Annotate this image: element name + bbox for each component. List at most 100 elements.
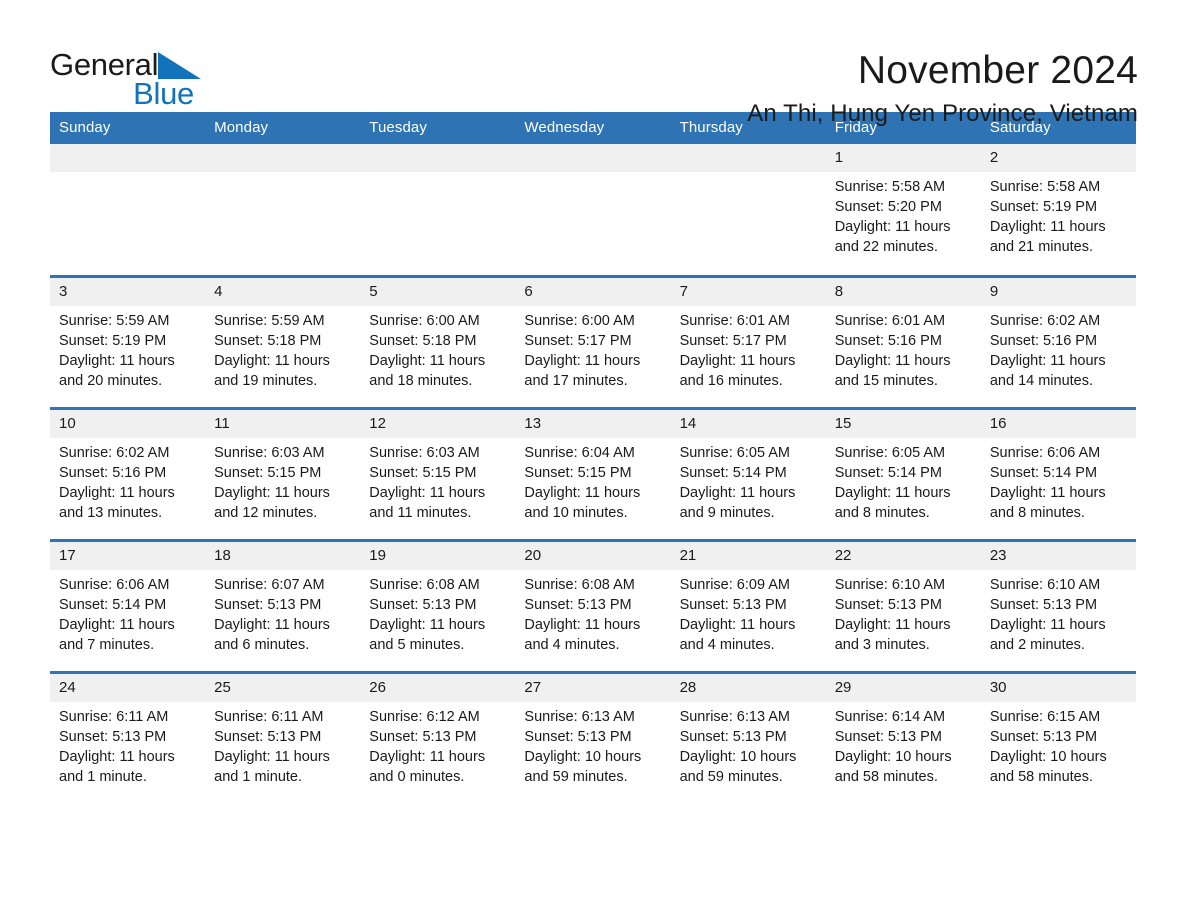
calendar-day-cell[interactable]: 18 Sunrise: 6:07 AM Sunset: 5:13 PM Dayligh… (205, 538, 361, 672)
day-sun-info: Sunrise: 5:58 AM Sunset: 5:20 PM Daylight:… (826, 172, 981, 257)
location-subtitle: An Thi, Hung Yen Province, Vietnam (747, 100, 1138, 127)
day-cell-inner: 4 Sunrise: 5:59 AM Sunset: 5:18 PM Daylight… (205, 277, 361, 407)
generalblue-logo: General Blue (50, 46, 202, 109)
sunrise-text: Sunrise: 6:03 AM (369, 444, 480, 461)
sunrise-text: Sunrise: 6:13 AM (524, 708, 635, 725)
day-sun-info: Sunrise: 6:12 AM Sunset: 5:13 PM Daylight:… (360, 702, 515, 787)
sunset-text: Sunset: 5:13 PM (369, 728, 477, 745)
day-cell-inner: 22 Sunrise: 6:10 AM Sunset: 5:13 PM Dayligh… (825, 541, 981, 671)
sunrise-text: Sunrise: 6:10 AM (834, 576, 946, 593)
day-cell-inner: 16 Sunrise: 6:06 AM Sunset: 5:14 PM Dayligh… (980, 409, 1136, 539)
sunrise-text: Sunrise: 6:12 AM (369, 708, 480, 725)
calendar-day-cell[interactable]: 19 Sunrise: 6:08 AM Sunset: 5:13 PM Dayligh… (360, 538, 516, 672)
daylight-text: Daylight: 11 hours and 17 minutes. (524, 352, 641, 389)
calendar-day-cell[interactable]: 27 Sunrise: 6:13 AM Sunset: 5:13 PM Dayligh… (515, 670, 671, 804)
daylight-text: Daylight: 11 hours and 8 minutes. (834, 484, 951, 521)
logo-bottom-row: Blue (50, 78, 202, 109)
daylight-text: Daylight: 11 hours and 4 minutes. (524, 616, 641, 653)
day-cell-inner: 6 Sunrise: 6:00 AM Sunset: 5:17 PM Daylight… (515, 277, 671, 407)
daylight-text: Daylight: 10 hours and 59 minutes. (524, 748, 642, 785)
calendar-week-row: 17 Sunrise: 6:06 AM Sunset: 5:14 PM Dayligh… (50, 538, 1136, 672)
calendar-day-cell[interactable]: 23 Sunrise: 6:10 AM Sunset: 5:13 PM Dayligh… (980, 538, 1136, 672)
sunset-text: Sunset: 5:15 PM (214, 464, 322, 481)
sunrise-text: Sunrise: 6:08 AM (369, 576, 480, 593)
calendar-day-cell[interactable]: 15 Sunrise: 6:05 AM Sunset: 5:14 PM Dayligh… (825, 406, 981, 540)
logo-text-blue: Blue (133, 76, 194, 111)
day-number: 3 (50, 277, 206, 306)
day-number: 30 (980, 673, 1136, 702)
sunrise-text: Sunrise: 5:58 AM (989, 179, 1101, 195)
day-cell-inner: 28 Sunrise: 6:13 AM Sunset: 5:13 PM Dayligh… (670, 673, 826, 805)
day-cell-inner (515, 144, 671, 275)
calendar-day-cell[interactable]: 20 Sunrise: 6:08 AM Sunset: 5:13 PM Dayligh… (515, 538, 671, 672)
sunset-text: Sunset: 5:13 PM (214, 728, 322, 745)
day-sun-info: Sunrise: 6:13 AM Sunset: 5:13 PM Daylight:… (671, 702, 826, 787)
sunset-text: Sunset: 5:13 PM (524, 728, 632, 745)
day-number: 27 (515, 673, 671, 702)
sunset-text: Sunset: 5:13 PM (59, 728, 167, 745)
calendar-day-cell[interactable]: 6 Sunrise: 6:00 AM Sunset: 5:17 PM Daylight… (515, 274, 671, 408)
day-number: 7 (670, 277, 826, 306)
calendar-day-cell[interactable]: 2 Sunrise: 5:58 AM Sunset: 5:19 PM Daylight… (980, 144, 1136, 276)
sunrise-text: Sunrise: 6:00 AM (524, 312, 635, 329)
calendar-day-cell[interactable]: 21 Sunrise: 6:09 AM Sunset: 5:13 PM Dayligh… (670, 538, 826, 672)
calendar-day-cell[interactable]: 16 Sunrise: 6:06 AM Sunset: 5:14 PM Dayligh… (980, 406, 1136, 540)
calendar-day-cell[interactable]: 30 Sunrise: 6:15 AM Sunset: 5:13 PM Dayligh… (980, 670, 1136, 804)
day-sun-info: Sunrise: 6:13 AM Sunset: 5:13 PM Daylight:… (515, 702, 670, 787)
daylight-text: Daylight: 11 hours and 11 minutes. (369, 484, 486, 521)
day-sun-info: Sunrise: 6:08 AM Sunset: 5:13 PM Daylight:… (360, 570, 515, 655)
calendar-day-cell[interactable]: 1 Sunrise: 5:58 AM Sunset: 5:20 PM Daylight… (825, 144, 981, 276)
calendar-day-cell[interactable]: 25 Sunrise: 6:11 AM Sunset: 5:13 PM Dayligh… (205, 670, 361, 804)
day-number: 29 (825, 673, 981, 702)
day-cell-inner (205, 144, 361, 275)
sunset-text: Sunset: 5:14 PM (679, 464, 787, 481)
day-sun-info: Sunrise: 6:02 AM Sunset: 5:16 PM Daylight:… (981, 306, 1136, 391)
calendar-day-cell[interactable]: 26 Sunrise: 6:12 AM Sunset: 5:13 PM Dayligh… (360, 670, 516, 804)
calendar-day-cell[interactable]: 7 Sunrise: 6:01 AM Sunset: 5:17 PM Daylight… (670, 274, 826, 408)
calendar-day-cell[interactable]: 8 Sunrise: 6:01 AM Sunset: 5:16 PM Daylight… (825, 274, 981, 408)
sunrise-text: Sunrise: 6:02 AM (989, 312, 1101, 329)
day-cell-inner: 19 Sunrise: 6:08 AM Sunset: 5:13 PM Dayligh… (360, 541, 516, 671)
sunrise-text: Sunrise: 6:11 AM (214, 708, 324, 725)
day-sun-info: Sunrise: 6:10 AM Sunset: 5:13 PM Daylight:… (826, 570, 981, 655)
daylight-text: Daylight: 11 hours and 2 minutes. (989, 616, 1106, 653)
calendar-day-cell[interactable]: 3 Sunrise: 5:59 AM Sunset: 5:19 PM Daylight… (50, 274, 206, 408)
sunset-text: Sunset: 5:17 PM (524, 332, 632, 349)
daylight-text: Daylight: 11 hours and 19 minutes. (214, 352, 330, 389)
day-sun-info: Sunrise: 5:59 AM Sunset: 5:19 PM Daylight:… (50, 306, 205, 391)
calendar-day-cell[interactable]: 13 Sunrise: 6:04 AM Sunset: 5:15 PM Dayligh… (515, 406, 671, 540)
calendar-week-row: 1 Sunrise: 5:58 AM Sunset: 5:20 PM Daylight… (50, 144, 1136, 276)
calendar-day-cell[interactable]: 17 Sunrise: 6:06 AM Sunset: 5:14 PM Dayligh… (50, 538, 206, 672)
calendar-week-row: 10 Sunrise: 6:02 AM Sunset: 5:16 PM Dayligh… (50, 406, 1136, 540)
sunset-text: Sunset: 5:13 PM (214, 596, 322, 613)
calendar-day-cell[interactable]: 11 Sunrise: 6:03 AM Sunset: 5:15 PM Dayligh… (205, 406, 361, 540)
day-number (515, 144, 671, 172)
day-sun-info: Sunrise: 6:03 AM Sunset: 5:15 PM Daylight:… (205, 438, 360, 523)
day-number: 15 (825, 409, 981, 438)
calendar-day-cell[interactable]: 10 Sunrise: 6:02 AM Sunset: 5:16 PM Dayligh… (50, 406, 206, 540)
calendar-day-cell[interactable]: 22 Sunrise: 6:10 AM Sunset: 5:13 PM Dayligh… (825, 538, 981, 672)
day-cell-inner: 18 Sunrise: 6:07 AM Sunset: 5:13 PM Dayligh… (205, 541, 361, 671)
calendar-day-cell[interactable]: 9 Sunrise: 6:02 AM Sunset: 5:16 PM Daylight… (980, 274, 1136, 408)
day-number: 5 (360, 277, 516, 306)
calendar-day-cell[interactable]: 28 Sunrise: 6:13 AM Sunset: 5:13 PM Dayligh… (670, 670, 826, 805)
sunrise-text: Sunrise: 6:14 AM (834, 708, 946, 725)
calendar-day-cell[interactable]: 5 Sunrise: 6:00 AM Sunset: 5:18 PM Daylight… (360, 274, 516, 408)
sunrise-text: Sunrise: 6:15 AM (989, 708, 1101, 725)
day-cell-inner: 8 Sunrise: 6:01 AM Sunset: 5:16 PM Daylight… (825, 277, 981, 407)
day-number: 21 (670, 541, 826, 570)
calendar-day-cell[interactable]: 24 Sunrise: 6:11 AM Sunset: 5:13 PM Dayligh… (50, 670, 206, 804)
sunrise-text: Sunrise: 6:02 AM (59, 444, 170, 461)
calendar-day-cell[interactable]: 29 Sunrise: 6:14 AM Sunset: 5:13 PM Dayligh… (825, 670, 981, 804)
calendar-day-cell[interactable]: 4 Sunrise: 5:59 AM Sunset: 5:18 PM Daylight… (205, 274, 361, 408)
weekday-header-monday: Monday (205, 112, 361, 144)
day-cell-inner: 12 Sunrise: 6:03 AM Sunset: 5:15 PM Dayligh… (360, 409, 516, 539)
sunset-text: Sunset: 5:14 PM (989, 464, 1098, 481)
sunset-text: Sunset: 5:16 PM (989, 332, 1098, 349)
day-sun-info: Sunrise: 6:14 AM Sunset: 5:13 PM Daylight:… (826, 702, 981, 787)
day-cell-inner: 1 Sunrise: 5:58 AM Sunset: 5:20 PM Daylight… (825, 144, 981, 275)
calendar-day-cell[interactable]: 12 Sunrise: 6:03 AM Sunset: 5:15 PM Dayligh… (360, 406, 516, 540)
day-number: 11 (205, 409, 361, 438)
calendar-day-cell[interactable]: 14 Sunrise: 6:05 AM Sunset: 5:14 PM Dayligh… (670, 406, 826, 540)
calendar-week-row: 3 Sunrise: 5:59 AM Sunset: 5:19 PM Daylight… (50, 274, 1136, 408)
